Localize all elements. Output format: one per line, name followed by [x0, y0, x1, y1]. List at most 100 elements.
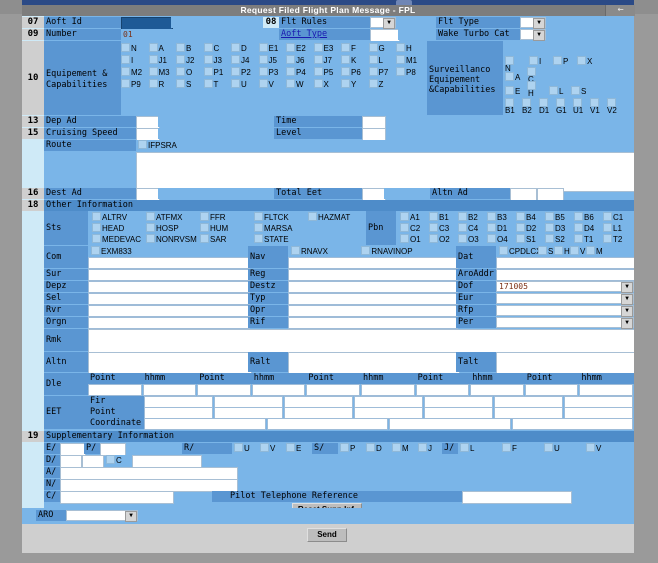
equip-y-wrap[interactable]: Y [341, 79, 356, 90]
aro-select[interactable]: ▼ [66, 510, 138, 522]
pbn-o1-checkbox[interactable] [400, 234, 409, 243]
equip-p7-wrap[interactable]: P7 [368, 67, 388, 78]
equip-j2-wrap[interactable]: J2 [176, 55, 194, 66]
equip-d-wrap[interactable]: D [231, 43, 247, 54]
pbn-b4-checkbox[interactable] [516, 212, 525, 221]
rvr-input[interactable] [88, 305, 250, 317]
sts-medevac-wrap[interactable]: MEDEVAC [92, 234, 141, 245]
com-input[interactable] [88, 257, 250, 269]
pbn-o2-wrap[interactable]: O2 [429, 234, 450, 245]
equip-d-checkbox[interactable] [231, 43, 240, 52]
supp-j-v-checkbox[interactable] [586, 443, 595, 452]
per-select[interactable]: ▼ [496, 317, 634, 329]
sts-marsa-checkbox[interactable] [254, 223, 263, 232]
equip-w-wrap[interactable]: W [286, 79, 304, 90]
chevron-down-icon[interactable]: ▼ [383, 18, 395, 29]
equip-j4-wrap[interactable]: J4 [231, 55, 249, 66]
dle-input[interactable] [142, 384, 197, 396]
dle-input[interactable] [88, 384, 142, 396]
pbn-o3-checkbox[interactable] [458, 234, 467, 243]
dat-s-checkbox[interactable] [538, 246, 547, 255]
equip-m2-checkbox[interactable] [121, 67, 130, 76]
dle-input[interactable] [361, 384, 415, 396]
equip-o-wrap[interactable]: O [176, 67, 192, 78]
pbn-c2-checkbox[interactable] [400, 223, 409, 232]
supp-r-v-checkbox[interactable] [260, 443, 269, 452]
equip-x-checkbox[interactable] [313, 79, 323, 88]
d-c-checkbox-wrap[interactable]: C [106, 455, 132, 466]
equip-i-wrap[interactable]: I [121, 55, 133, 66]
pbn-d1-checkbox[interactable] [487, 223, 496, 232]
sts-fltck-checkbox[interactable] [254, 212, 263, 221]
equip-r-wrap[interactable]: R [148, 79, 164, 90]
equip-b-checkbox[interactable] [176, 43, 185, 52]
route-textarea[interactable] [136, 152, 634, 192]
equip-l-checkbox[interactable] [368, 55, 378, 64]
equip-y-checkbox[interactable] [341, 79, 350, 88]
aroaddr-input[interactable] [496, 269, 634, 281]
sts-hosp-checkbox[interactable] [146, 223, 155, 232]
orgn-input[interactable] [88, 317, 250, 329]
chevron-down-icon[interactable]: ▼ [621, 306, 633, 317]
pbn-c3-checkbox[interactable] [429, 223, 438, 232]
equip-l-wrap[interactable]: L [368, 55, 383, 66]
equip-j5-checkbox[interactable] [258, 55, 268, 64]
equip-m1-checkbox[interactable] [396, 55, 405, 64]
sts-ffr-wrap[interactable]: FFR [200, 212, 226, 223]
equip-a-wrap[interactable]: A [148, 43, 164, 54]
equip-p9-wrap[interactable]: P9 [121, 79, 141, 90]
dat-input[interactable] [496, 257, 634, 269]
supp-r-e-checkbox[interactable] [286, 443, 295, 452]
dle-input[interactable] [306, 384, 360, 396]
pbn-c4-wrap[interactable]: C4 [458, 223, 478, 234]
equip-p5-checkbox[interactable] [313, 67, 323, 76]
equip-p5-wrap[interactable]: P5 [313, 67, 333, 78]
equip-g-checkbox[interactable] [368, 43, 378, 52]
equip-e1-wrap[interactable]: E1 [258, 43, 278, 54]
pbn-b4-wrap[interactable]: B4 [516, 212, 536, 223]
sts-ffr-checkbox[interactable] [200, 212, 209, 221]
dat-cpdlcx-checkbox[interactable] [499, 246, 508, 255]
equip-e3-wrap[interactable]: E3 [313, 43, 333, 54]
pbn-o4-wrap[interactable]: O4 [487, 234, 508, 245]
equip-t-checkbox[interactable] [203, 79, 213, 88]
pbn-d4-checkbox[interactable] [574, 223, 583, 232]
pbn-d1-wrap[interactable]: D1 [487, 223, 507, 234]
supp-j-l-wrap[interactable]: L [460, 443, 474, 454]
supp-s-p-checkbox[interactable] [340, 443, 349, 452]
sts-hum-checkbox[interactable] [200, 223, 209, 232]
equip-c-wrap[interactable]: C [203, 43, 219, 54]
surv-e-checkbox[interactable] [505, 86, 514, 95]
sts-atfmx-checkbox[interactable] [146, 212, 155, 221]
supp-j-u-wrap[interactable]: U [544, 443, 560, 454]
equip-p2-wrap[interactable]: P2 [231, 67, 251, 78]
back-arrow-icon[interactable]: ← [605, 5, 635, 16]
rnavx-checkbox[interactable] [291, 246, 300, 255]
eet-coordinate-input[interactable] [144, 418, 266, 430]
eet-coordinate-input[interactable] [511, 418, 633, 430]
equip-z-checkbox[interactable] [368, 79, 378, 88]
sel-input[interactable] [88, 293, 250, 305]
pbn-d4-wrap[interactable]: D4 [574, 223, 594, 234]
equip-p8-wrap[interactable]: P8 [396, 67, 416, 78]
equip-a-checkbox[interactable] [148, 43, 158, 52]
pbn-c4-checkbox[interactable] [458, 223, 467, 232]
equip-c-checkbox[interactable] [203, 43, 213, 52]
dle-input[interactable] [524, 384, 579, 396]
supp-s-d-checkbox[interactable] [366, 443, 375, 452]
dat-m-wrap[interactable]: M [586, 246, 603, 257]
surv-l-checkbox[interactable] [549, 86, 558, 95]
supp-s-j-checkbox[interactable] [418, 443, 427, 452]
supp-j-u-checkbox[interactable] [544, 443, 553, 452]
pbn-t2-checkbox[interactable] [603, 234, 612, 243]
equip-t-wrap[interactable]: T [203, 79, 218, 90]
opr-input[interactable] [288, 305, 458, 317]
equip-j4-checkbox[interactable] [231, 55, 240, 64]
pbn-l1-wrap[interactable]: L1 [603, 223, 622, 234]
equip-s-wrap[interactable]: S [176, 79, 191, 90]
sts-nonrvsm-wrap[interactable]: NONRVSM [146, 234, 197, 245]
pbn-c3-wrap[interactable]: C3 [429, 223, 449, 234]
sts-marsa-wrap[interactable]: MARSA [254, 223, 292, 234]
pbn-s1-checkbox[interactable] [516, 234, 525, 243]
equip-n-checkbox[interactable] [121, 43, 130, 52]
